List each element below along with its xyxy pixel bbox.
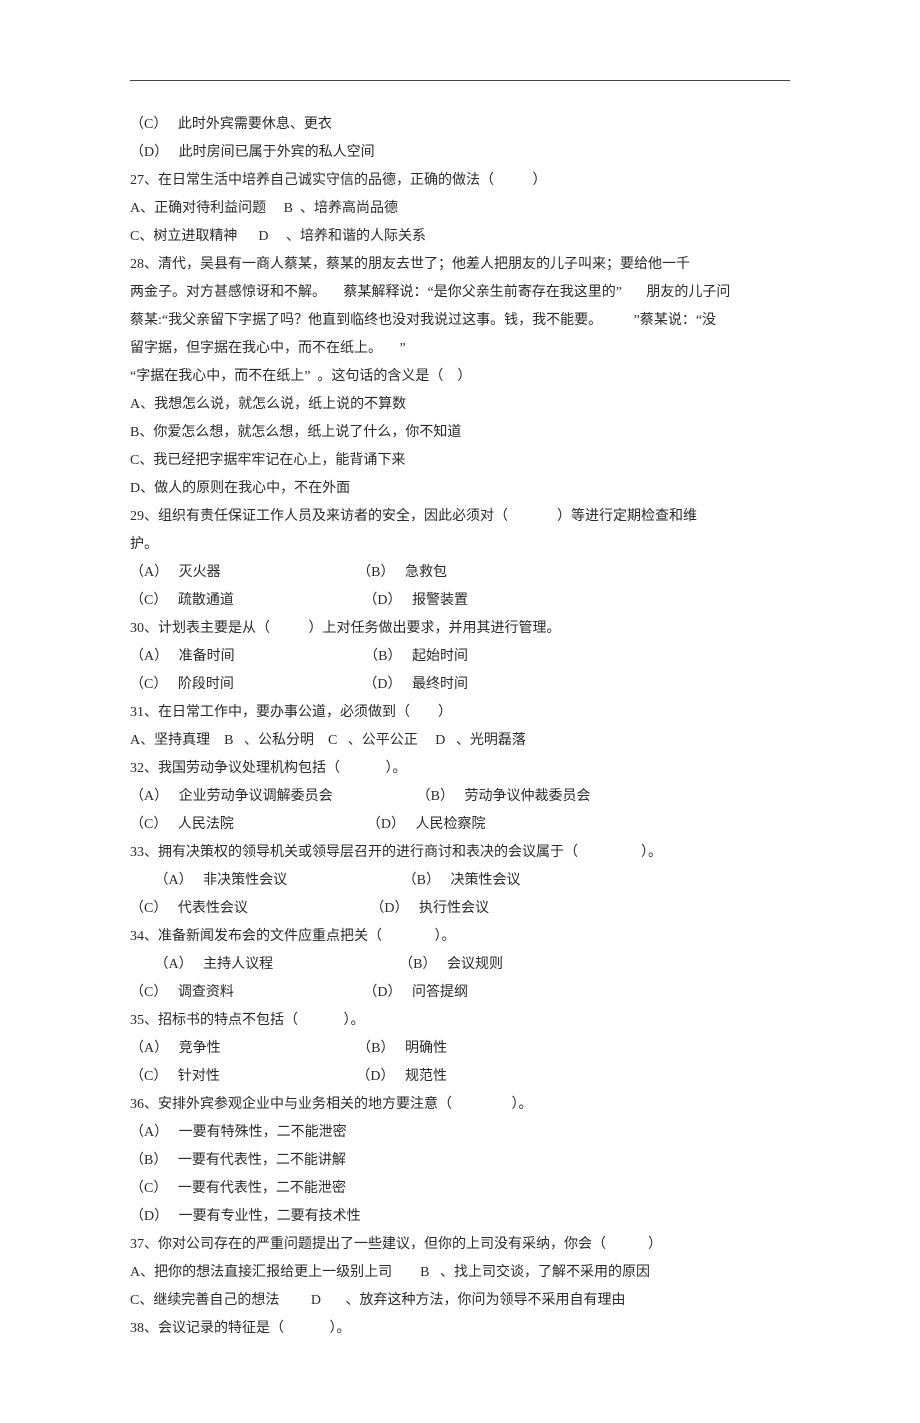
text-line: （C） 针对性 （D） 规范性 xyxy=(130,1063,790,1091)
text-line: 35、招标书的特点不包括（ ）。 xyxy=(130,1007,790,1035)
text-line: （A） 竞争性 （B） 明确性 xyxy=(130,1035,790,1063)
text-line: C、继续完善自己的想法 D 、放弃这种方法，你问为领导不采用自有理由 xyxy=(130,1287,790,1315)
text-line: （A） 非决策性会议 （B） 决策性会议 xyxy=(130,867,790,895)
header-rule xyxy=(130,80,790,81)
text-line: （C） 一要有代表性，二不能泄密 xyxy=(130,1175,790,1203)
text-line: （D） 一要有专业性，二要有技术性 xyxy=(130,1203,790,1231)
text-line: 28、清代，吴县有一商人蔡某，蔡某的朋友去世了；他差人把朋友的儿子叫来；要给他一… xyxy=(130,251,790,279)
text-line: （A） 企业劳动争议调解委员会 （B） 劳动争议仲裁委员会 xyxy=(130,783,790,811)
text-line: 34、准备新闻发布会的文件应重点把关（ ）。 xyxy=(130,923,790,951)
text-line: 37、你对公司存在的严重问题提出了一些建议，但你的上司没有采纳，你会（ ） xyxy=(130,1231,790,1259)
text-line: （A） 一要有特殊性，二不能泄密 xyxy=(130,1119,790,1147)
text-line: 留字据，但字据在我心中，而不在纸上。 ” xyxy=(130,335,790,363)
text-line: 33、拥有决策权的领导机关或领导层召开的进行商讨和表决的会议属于（ ）。 xyxy=(130,839,790,867)
text-line: D、做人的原则在我心中，不在外面 xyxy=(130,475,790,503)
text-line: （C） 代表性会议 （D） 执行性会议 xyxy=(130,895,790,923)
text-line: （C） 疏散通道 （D） 报警装置 xyxy=(130,587,790,615)
document-body: （C） 此时外宾需要休息、更衣 （D） 此时房间已属于外宾的私人空间 27、在日… xyxy=(130,111,790,1343)
text-line: 36、安排外宾参观企业中与业务相关的地方要注意（ ）。 xyxy=(130,1091,790,1119)
text-line: 31、在日常工作中，要办事公道，必须做到（ ） xyxy=(130,699,790,727)
text-line: （C） 人民法院 （D） 人民检察院 xyxy=(130,811,790,839)
text-line: （C） 此时外宾需要休息、更衣 xyxy=(130,111,790,139)
text-line: “字据在我心中，而不在纸上” 。这句话的含义是（ ） xyxy=(130,363,790,391)
text-line: A、我想怎么说，就怎么说，纸上说的不算数 xyxy=(130,391,790,419)
text-line: A、正确对待利益问题 B 、培养高尚品德 xyxy=(130,195,790,223)
text-line: （C） 阶段时间 （D） 最终时间 xyxy=(130,671,790,699)
text-line: （A） 准备时间 （B） 起始时间 xyxy=(130,643,790,671)
text-line: C、我已经把字据牢牢记在心上，能背诵下来 xyxy=(130,447,790,475)
text-line: （C） 调查资料 （D） 问答提纲 xyxy=(130,979,790,1007)
text-line: （A） 灭火器 （B） 急救包 xyxy=(130,559,790,587)
text-line: 38、会议记录的特征是（ ）。 xyxy=(130,1315,790,1343)
text-line: 蔡某:“我父亲留下字据了吗？他直到临终也没对我说过这事。钱，我不能要。 ”蔡某说… xyxy=(130,307,790,335)
text-line: 30、计划表主要是从（ ）上对任务做出要求，并用其进行管理。 xyxy=(130,615,790,643)
text-line: A、把你的想法直接汇报给更上一级别上司 B 、找上司交谈，了解不采用的原因 xyxy=(130,1259,790,1287)
text-line: （D） 此时房间已属于外宾的私人空间 xyxy=(130,139,790,167)
text-line: C、树立进取精神 D 、培养和谐的人际关系 xyxy=(130,223,790,251)
document-page: （C） 此时外宾需要休息、更衣 （D） 此时房间已属于外宾的私人空间 27、在日… xyxy=(0,0,920,1423)
text-line: （B） 一要有代表性，二不能讲解 xyxy=(130,1147,790,1175)
text-line: B、你爱怎么想，就怎么想，纸上说了什么，你不知道 xyxy=(130,419,790,447)
text-line: （A） 主持人议程 （B） 会议规则 xyxy=(130,951,790,979)
text-line: 27、在日常生活中培养自己诚实守信的品德，正确的做法（ ） xyxy=(130,167,790,195)
text-line: 29、组织有责任保证工作人员及来访者的安全，因此必须对（ ）等进行定期检查和维 xyxy=(130,503,790,531)
text-line: 两金子。对方甚感惊讶和不解。 蔡某解释说：“是你父亲生前寄存在我这里的” 朋友的… xyxy=(130,279,790,307)
text-line: 护。 xyxy=(130,531,790,559)
text-line: A、坚持真理 B 、公私分明 C 、公平公正 D 、光明磊落 xyxy=(130,727,790,755)
text-line: 32、我国劳动争议处理机构包括（ ）。 xyxy=(130,755,790,783)
